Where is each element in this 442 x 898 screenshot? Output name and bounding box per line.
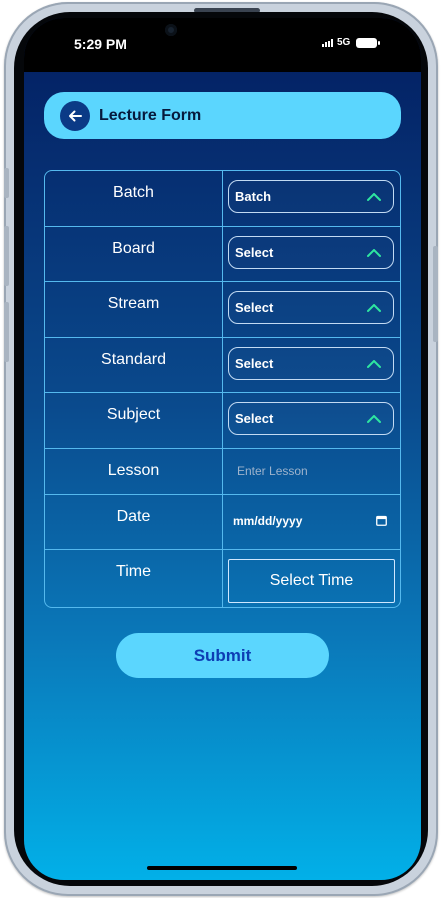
home-indicator bbox=[147, 866, 297, 870]
batch-select[interactable]: Batch bbox=[228, 180, 394, 213]
network-type: 5G bbox=[337, 37, 351, 48]
lesson-input[interactable] bbox=[229, 457, 389, 485]
subject-label: Subject bbox=[45, 393, 223, 448]
back-button[interactable] bbox=[60, 101, 90, 131]
standard-label: Standard bbox=[45, 338, 223, 392]
chevron-up-icon bbox=[367, 415, 381, 423]
select-time-button[interactable]: Select Time bbox=[228, 559, 395, 603]
standard-select-value: Select bbox=[235, 356, 274, 371]
power-button bbox=[433, 246, 438, 342]
signal-icon bbox=[322, 38, 333, 47]
form-row-lesson: Lesson bbox=[45, 449, 400, 495]
board-select-value: Select bbox=[235, 245, 274, 260]
time-label: Time bbox=[45, 550, 223, 607]
standard-select[interactable]: Select bbox=[228, 347, 394, 380]
battery-icon bbox=[356, 37, 381, 48]
board-select[interactable]: Select bbox=[228, 236, 394, 269]
subject-select[interactable]: Select bbox=[228, 402, 394, 435]
stream-label: Stream bbox=[45, 282, 223, 337]
form-row-time: Time Select Time bbox=[45, 550, 400, 607]
batch-select-value: Batch bbox=[235, 189, 272, 204]
form-row-board: Board Select bbox=[45, 227, 400, 282]
stream-select[interactable]: Select bbox=[228, 291, 394, 324]
page-title: Lecture Form bbox=[99, 107, 202, 124]
board-label: Board bbox=[45, 227, 223, 281]
form-row-subject: Subject Select bbox=[45, 393, 400, 449]
submit-button[interactable]: Submit bbox=[116, 633, 329, 678]
status-indicators: 5G bbox=[322, 37, 381, 48]
date-input[interactable]: mm/dd/yyyy bbox=[223, 495, 400, 549]
chevron-up-icon bbox=[367, 193, 381, 201]
status-bar: 5:29 PM 5G bbox=[24, 18, 421, 72]
form-row-standard: Standard Select bbox=[45, 338, 400, 393]
lesson-label: Lesson bbox=[45, 449, 223, 494]
date-label: Date bbox=[45, 495, 223, 549]
screen: 5:29 PM 5G Lecture Form Batch Batch Boar… bbox=[24, 18, 421, 880]
chevron-up-icon bbox=[367, 304, 381, 312]
date-input-value: mm/dd/yyyy bbox=[233, 514, 303, 528]
form-row-date: Date mm/dd/yyyy bbox=[45, 495, 400, 550]
form-row-batch: Batch Batch bbox=[45, 171, 400, 227]
calendar-icon[interactable] bbox=[376, 515, 387, 526]
chevron-up-icon bbox=[367, 360, 381, 368]
volume-down-button bbox=[4, 302, 9, 362]
chevron-up-icon bbox=[367, 249, 381, 257]
header-bar: Lecture Form bbox=[44, 92, 401, 139]
camera-icon bbox=[165, 24, 177, 36]
stream-select-value: Select bbox=[235, 300, 274, 315]
subject-select-value: Select bbox=[235, 411, 274, 426]
form-row-stream: Stream Select bbox=[45, 282, 400, 338]
lecture-form-table: Batch Batch Board Select Stream Select S… bbox=[44, 170, 401, 608]
mute-switch bbox=[4, 168, 9, 198]
volume-up-button bbox=[4, 226, 9, 286]
arrow-left-icon bbox=[69, 110, 82, 122]
batch-label: Batch bbox=[45, 171, 223, 226]
status-time: 5:29 PM bbox=[74, 36, 127, 52]
